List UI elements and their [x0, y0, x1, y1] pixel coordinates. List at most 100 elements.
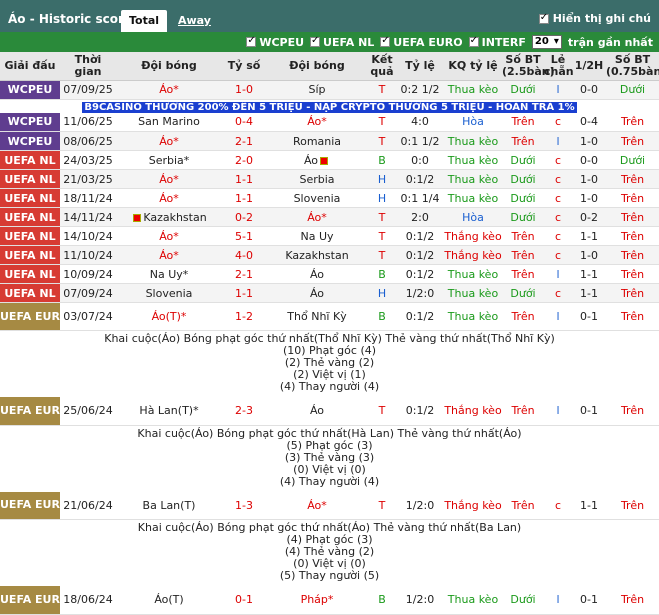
away-team-text: Síp [308, 83, 326, 96]
away-team: Slovenia [266, 188, 368, 208]
filter-wcpeu[interactable]: WCPEU [246, 35, 305, 49]
promo-row[interactable]: B9CASINO THƯỞNG 200% ĐẾN 5 TRIỆU - NẠP C… [0, 99, 659, 113]
table-row[interactable]: WCPEU 08/06/25 Áo* 2-1 Romania T 0:1 1/2 Thua k… [0, 131, 659, 151]
away-team: Áo* [266, 207, 368, 227]
home-team: Áo* [116, 131, 222, 151]
match-detail: Khai cuộc(Áo) Bóng phạt góc thứ nhất(Thổ… [0, 330, 659, 397]
filter-uefa-euro[interactable]: UEFA EURO [380, 35, 463, 49]
home-team: San Marino [116, 112, 222, 132]
handicap-result-text: Thua kèo [447, 267, 499, 281]
over-under-25-text: Trên [511, 267, 535, 281]
match-score: 1-3 [222, 491, 266, 520]
handicap-result-text: Thắng kèo [444, 498, 502, 512]
over-under-25-text: Dưới [510, 210, 536, 224]
handicap-rate-text: 1/2:0 [405, 593, 435, 607]
handicap-rate: 4:0 [396, 112, 444, 132]
table-row[interactable]: UEFA EURO25/06/24 Hà Lan(T)* 2-3 Áo T 0:1/2 Th… [0, 397, 659, 426]
table-header: Giải đấu Thời gian Đội bóng Tỷ số Đội bó… [0, 52, 659, 81]
table-row[interactable]: WCPEU 07/09/25 Áo* 1-0 Síp T 0:2 1/2 Thua kèo Dư… [0, 80, 659, 100]
over-under-25-text: Trên [511, 310, 535, 323]
table-row[interactable]: UEFA EURO18/06/24 Áo(T) 0-1 Pháp* B 1/2:0 Thua… [0, 586, 659, 615]
over-under-075-text: Trên [620, 229, 645, 243]
half-score-text: 1-0 [580, 248, 598, 262]
over-under-25: Trên [502, 302, 544, 331]
tab-away[interactable]: Away [170, 10, 219, 32]
over-under-25-text: Dưới [510, 593, 536, 607]
over-under-25: Trên [502, 264, 544, 284]
league-badge-text: WCPEU [7, 134, 53, 148]
match-result-text: H [377, 286, 387, 300]
table-row[interactable]: UEFA NL 11/10/24 Áo* 4-0 Kazakhstan T 0:1/2 Thắ… [0, 245, 659, 265]
handicap-rate-text: 0:2 1/2 [400, 83, 440, 96]
promo-banner[interactable]: B9CASINO THƯỞNG 200% ĐẾN 5 TRIỆU - NẠP C… [82, 101, 577, 113]
handicap-rate-text: 2:0 [411, 210, 429, 224]
league-badge: UEFA NL [0, 245, 60, 265]
match-count-select[interactable]: 20 ▾ [531, 35, 562, 49]
handicap-result: Hòa [444, 112, 502, 132]
match-score: 1-0 [222, 80, 266, 100]
table-row[interactable]: UEFA NL 18/11/24 Áo* 1-1 Slovenia H 0:1 1/4 Thu… [0, 188, 659, 208]
match-date-text: 03/07/24 [63, 310, 113, 323]
filter-checkbox[interactable] [310, 35, 321, 47]
filter-label: WCPEU [259, 35, 305, 49]
match-score-text: 0-4 [235, 115, 253, 129]
match-detail-row: Khai cuộc(Áo) Bóng phạt góc thứ nhất(Áo)… [0, 519, 659, 586]
filter-checkbox[interactable] [380, 35, 391, 47]
over-under-25: Dưới [502, 80, 544, 100]
table-row[interactable]: UEFA EURO03/07/24 Áo(T)* 1-2 Thổ Nhĩ Kỳ B 0:1… [0, 302, 659, 331]
half-score: 1-1 [572, 491, 606, 520]
handicap-result: Thua kèo [444, 586, 502, 615]
col-away: Đội bóng [266, 52, 368, 81]
table-row[interactable]: UEFA NL 24/03/25 Serbia* 2-0 Áo B 0:0 Thua kèo D… [0, 150, 659, 170]
match-result-text: B [378, 310, 386, 323]
detail-stat: (4) Thay người (4) [279, 380, 380, 393]
odd-even-text: l [556, 83, 560, 96]
over-under-075-text: Trên [620, 286, 645, 300]
filter-checkbox[interactable] [246, 35, 257, 47]
match-score: 1-1 [222, 188, 266, 208]
filter-interf[interactable]: INTERF [468, 35, 526, 49]
league-badge-text: UEFA NL [4, 191, 56, 205]
table-row[interactable]: UEFA NL 21/03/25 Áo* 1-1 Serbia H 0:1/2 Thua kè… [0, 169, 659, 189]
over-under-25-text: Trên [511, 498, 535, 512]
half-score-text: 0-1 [580, 404, 598, 418]
red-card-icon [133, 213, 142, 222]
table-row[interactable]: WCPEU 11/06/25 San Marino 0-4 Áo* T 4:0 Hòa Trên… [0, 112, 659, 132]
table-row[interactable]: UEFA EURO21/06/24 Ba Lan(T) 1-3 Áo* T 1/2:0 Th… [0, 491, 659, 520]
match-result: H [368, 283, 396, 303]
table-row[interactable]: UEFA NL 07/09/24 Slovenia 1-1 Áo H 1/2:0 Thua k… [0, 283, 659, 303]
handicap-result: Thua kèo [444, 131, 502, 151]
match-date: 07/09/24 [60, 283, 116, 303]
filter-checkbox[interactable] [468, 35, 479, 47]
away-team-text: Pháp* [300, 593, 334, 607]
tab-total[interactable]: Total [121, 10, 168, 32]
odd-even-text: l [556, 134, 560, 148]
match-score-text: 1-3 [235, 498, 253, 512]
league-badge-text: UEFA NL [4, 286, 56, 300]
home-team-text: Áo(T) [154, 593, 184, 607]
table-row[interactable]: UEFA NL 10/09/24 Na Uy* 2-1 Áo B 0:1/2 Thua kèo… [0, 264, 659, 284]
half-score: 0-2 [572, 207, 606, 227]
half-score: 0-0 [572, 80, 606, 100]
filter-uefa-nl[interactable]: UEFA NL [310, 35, 374, 49]
table-row[interactable]: UEFA NL 14/10/24 Áo* 5-1 Na Uy T 0:1/2 Thắng kè… [0, 226, 659, 246]
match-score-text: 2-3 [235, 404, 253, 418]
page-title: Áo - Historic scores [8, 12, 140, 26]
odd-even: c [544, 188, 572, 208]
show-notes-checkbox[interactable] [538, 12, 549, 24]
show-notes-toggle[interactable]: Hiển thị ghi chú [538, 12, 651, 25]
handicap-result-text: Thua kèo [447, 172, 499, 186]
odd-even-text: c [554, 172, 562, 186]
handicap-result-text: Thua kèo [447, 286, 499, 300]
handicap-result-text: Thắng kèo [444, 248, 502, 262]
league-badge: UEFA EURO [0, 397, 60, 426]
table-row[interactable]: UEFA NL 14/11/24 Kazakhstan 0-2 Áo* T 2:0 Hòa Dư… [0, 207, 659, 227]
odd-even-text: l [556, 404, 560, 418]
handicap-rate: 0:1/2 [396, 397, 444, 426]
handicap-result: Thắng kèo [444, 491, 502, 520]
over-under-25: Dưới [502, 188, 544, 208]
away-team: Kazakhstan [266, 245, 368, 265]
match-score-text: 4-0 [235, 248, 253, 262]
odd-even: c [544, 226, 572, 246]
over-under-075: Dưới [606, 150, 659, 170]
